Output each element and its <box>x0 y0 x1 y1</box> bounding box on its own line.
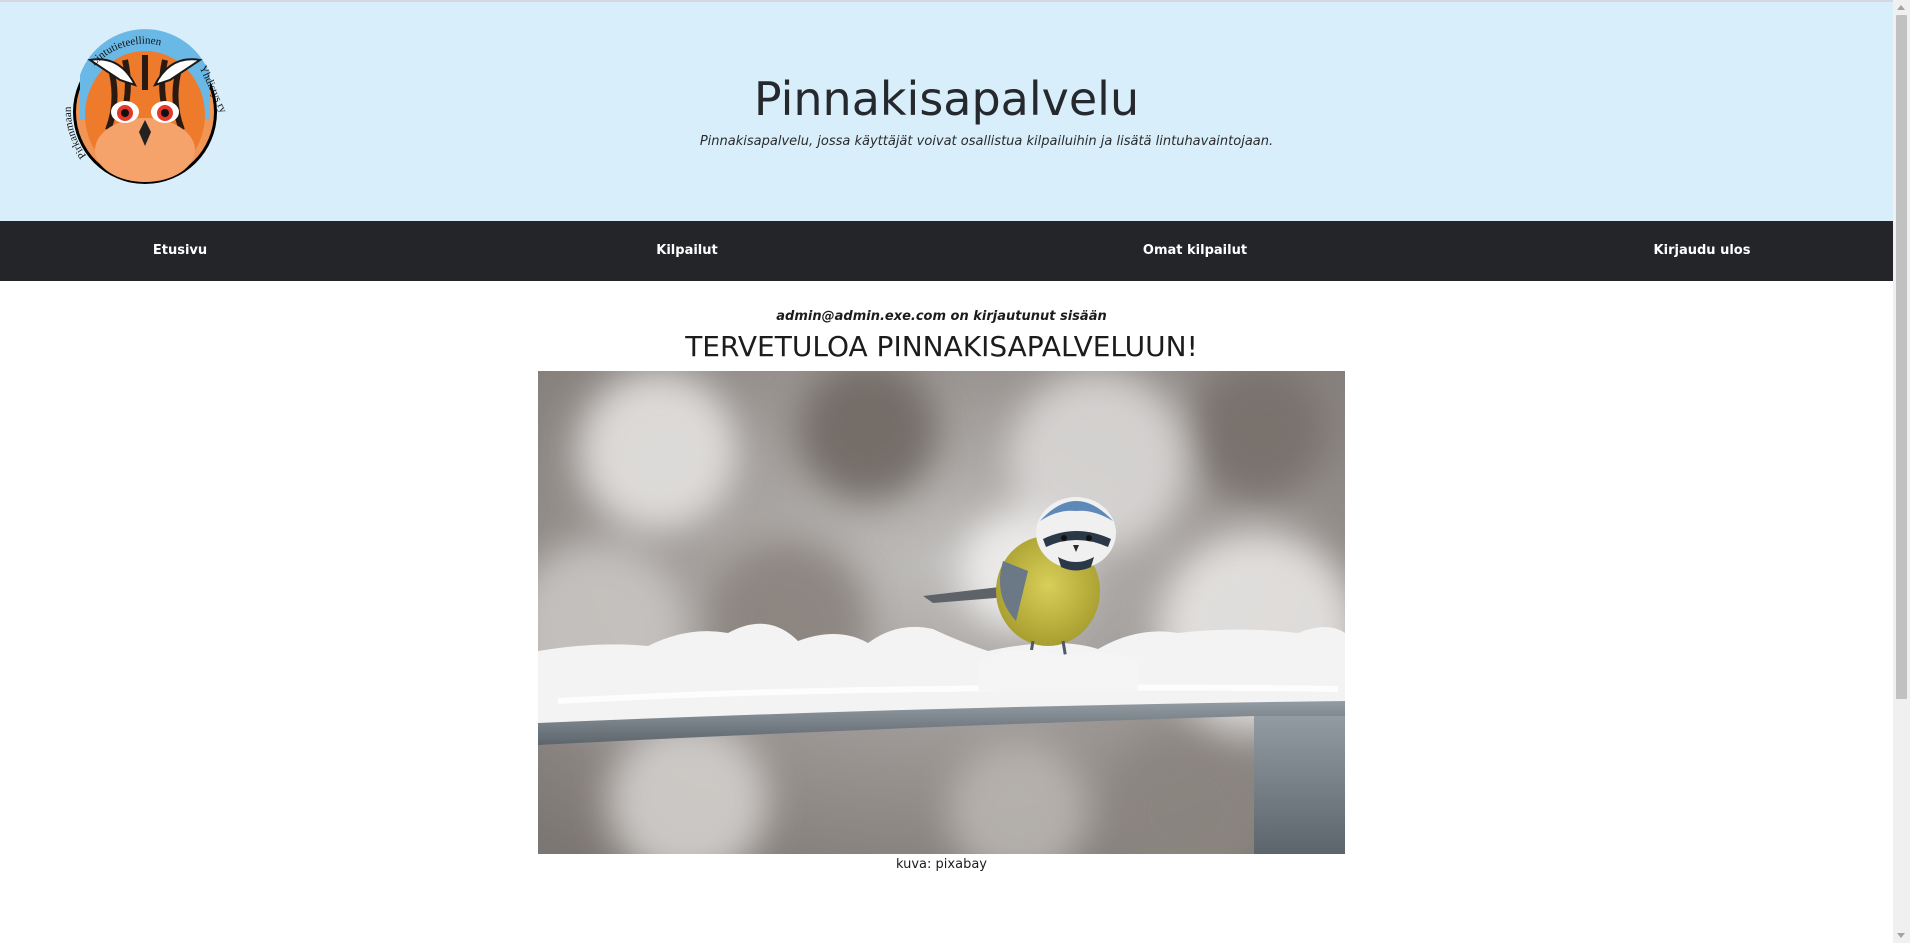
welcome-heading: TERVETULOA PINNAKISAPALVELUUN! <box>685 330 1198 363</box>
nav-logout[interactable]: Kirjaudu ulos <box>1654 221 1751 281</box>
nav-competitions[interactable]: Kilpailut <box>656 221 717 281</box>
site-subtitle: Pinnakisapalvelu, jossa käyttäjät voivat… <box>699 134 1274 149</box>
hero-bird-image <box>538 371 1345 854</box>
page: Lintutieteellinen Pirkanmaan Yhdistys ry… <box>0 0 1893 943</box>
login-status: admin@admin.exe.com on kirjautunut sisää… <box>776 309 1107 324</box>
scroll-down-icon[interactable] <box>1897 933 1905 938</box>
image-credit: kuva: pixabay <box>896 857 987 872</box>
nav-my-competitions[interactable]: Omat kilpailut <box>1143 221 1247 281</box>
site-header: Lintutieteellinen Pirkanmaan Yhdistys ry… <box>0 2 1893 221</box>
scrollbar-thumb[interactable] <box>1896 15 1907 699</box>
page-scrollbar[interactable] <box>1893 0 1910 943</box>
nav-home[interactable]: Etusivu <box>153 221 207 281</box>
site-title: Pinnakisapalvelu <box>753 72 1140 126</box>
main-navigation: Etusivu Kilpailut Omat kilpailut Kirjaud… <box>0 221 1893 281</box>
scroll-up-icon[interactable] <box>1897 5 1905 10</box>
